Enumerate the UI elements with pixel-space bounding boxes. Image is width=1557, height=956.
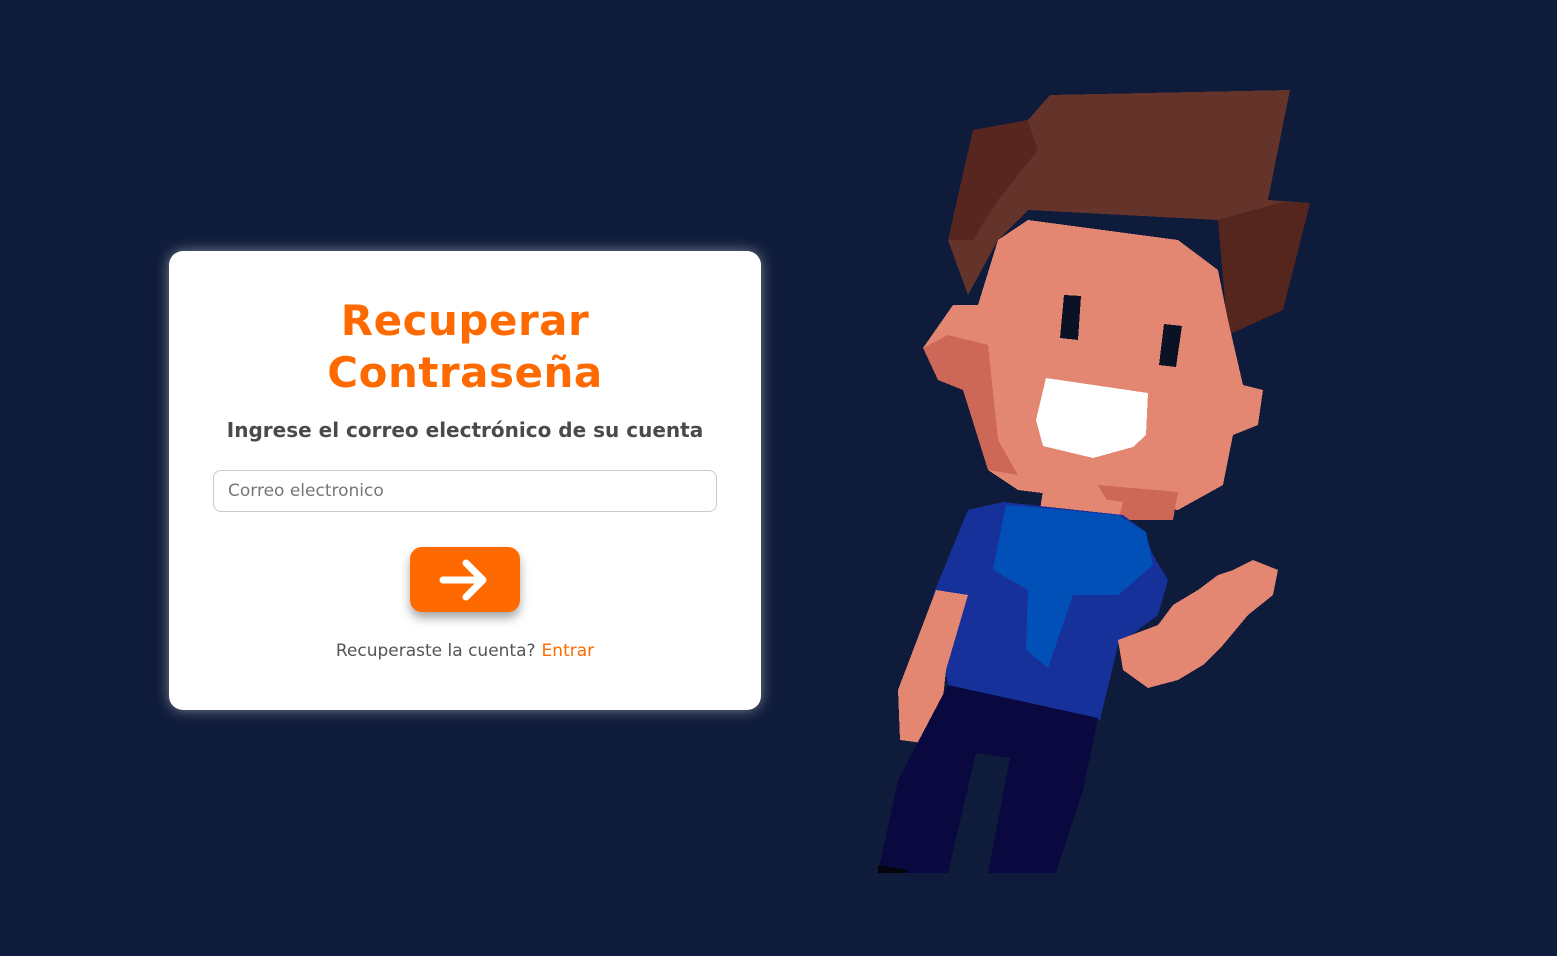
pixel-character-icon [878, 90, 1310, 873]
footer: Recuperaste la cuenta? Entrar [169, 641, 761, 661]
email-input[interactable] [213, 470, 717, 512]
title-line-1: Recuperar [340, 296, 590, 345]
footer-text: Recuperaste la cuenta? [335, 641, 536, 661]
recover-password-page: Recuperar Contraseña Ingrese el correo e… [0, 0, 1557, 956]
login-link[interactable]: Entrar [542, 641, 595, 661]
submit-button[interactable] [410, 547, 520, 612]
arrow-right-icon [439, 559, 487, 600]
recover-card: Recuperar Contraseña Ingrese el correo e… [169, 251, 761, 710]
subtitle: Ingrese el correo electrónico de su cuen… [226, 418, 704, 442]
page-title: Recuperar Contraseña [169, 295, 761, 399]
title-line-2: Contraseña [327, 348, 603, 397]
